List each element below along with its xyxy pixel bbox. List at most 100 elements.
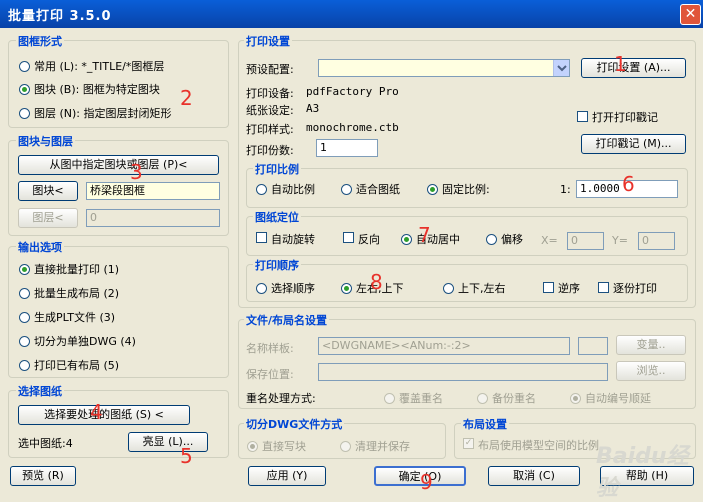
frame-style-radio-common[interactable] xyxy=(19,61,30,72)
layout-title: 布局设置 xyxy=(461,416,509,432)
selected-count: 选中图纸:4 xyxy=(18,437,73,450)
annotation-9: 9 xyxy=(420,470,433,494)
scale-label-fit: 适合图纸 xyxy=(356,183,400,196)
layer-button[interactable]: 图层< xyxy=(18,208,78,228)
pick-block-layer-button[interactable]: 从图中指定图块或图层 (P)< xyxy=(18,155,219,175)
select-title: 选择图纸 xyxy=(16,383,64,399)
position-title: 图纸定位 xyxy=(253,209,301,225)
order-radio-lr-tb[interactable] xyxy=(341,283,352,294)
frame-style-label-common: 常用 (L): *_TITLE/*图框层 xyxy=(34,60,165,73)
scale-label-fixed: 固定比例: xyxy=(442,183,490,196)
variables-button[interactable]: 变量.. xyxy=(616,335,686,355)
cancel-button[interactable]: 取消 (C) xyxy=(488,466,580,486)
center-radio[interactable] xyxy=(401,234,412,245)
preview-button[interactable]: 预览 (R) xyxy=(10,466,76,486)
reverse-label: 反向 xyxy=(358,233,380,246)
output-label-plt: 生成PLT文件 (3) xyxy=(34,311,116,324)
reverse-checkbox[interactable] xyxy=(343,232,354,243)
naming-title: 文件/布局名设置 xyxy=(244,312,330,328)
rename-radio-backup[interactable] xyxy=(477,393,488,404)
reverse-order-checkbox[interactable] xyxy=(543,282,554,293)
preset-label: 预设配置: xyxy=(246,63,294,76)
output-label-direct-print: 直接批量打印 (1) xyxy=(34,263,120,276)
scale-title: 打印比例 xyxy=(253,161,301,177)
rename-radio-auto-number[interactable] xyxy=(570,393,581,404)
highlight-button[interactable]: 亮显 (L)... xyxy=(128,432,208,452)
scale-radio-fit[interactable] xyxy=(341,184,352,195)
block-layer-title: 图块与图层 xyxy=(16,133,75,149)
auto-rotate-label: 自动旋转 xyxy=(271,233,315,246)
template-extra-field[interactable] xyxy=(578,337,608,355)
order-radio-tb-lr[interactable] xyxy=(443,283,454,294)
save-location-label: 保存位置: xyxy=(246,368,294,381)
frame-style-label-layer: 图层 (N): 指定图层封闭矩形 xyxy=(34,107,172,120)
order-radio-selection[interactable] xyxy=(256,283,267,294)
ratio-prefix: 1: xyxy=(560,183,571,196)
select-sheets-button[interactable]: 选择要处理的图纸 (S) < xyxy=(18,405,190,425)
collate-label: 逐份打印 xyxy=(613,282,657,295)
reverse-order-label: 逆序 xyxy=(558,282,580,295)
stamp-settings-button[interactable]: 打印戳记 (M)... xyxy=(581,134,686,154)
style-label: 打印样式: xyxy=(246,123,294,136)
annotation-3: 3 xyxy=(130,160,143,184)
y-offset-field[interactable]: 0 xyxy=(638,232,675,250)
style-value: monochrome.ctb xyxy=(306,121,399,134)
rename-label-auto-number: 自动编号顺延 xyxy=(585,392,651,405)
output-label-split-dwg: 切分为单独DWG (4) xyxy=(34,335,136,348)
frame-style-label-block: 图块 (B): 图框为特定图块 xyxy=(34,83,160,96)
x-offset-field[interactable]: 0 xyxy=(567,232,604,250)
window-title: 批量打印 3.5.0 xyxy=(8,9,112,24)
output-radio-existing-layouts[interactable] xyxy=(19,360,30,371)
paper-label: 纸张设定: xyxy=(246,104,294,117)
auto-rotate-checkbox[interactable] xyxy=(256,232,267,243)
device-label: 打印设备: xyxy=(246,87,294,100)
order-label-selection: 选择顺序 xyxy=(271,282,315,295)
offset-label: 偏移 xyxy=(501,233,523,246)
layer-name-field[interactable]: 0 xyxy=(86,209,220,227)
output-label-existing-layouts: 打印已有布局 (5) xyxy=(34,359,120,372)
annotation-4: 4 xyxy=(90,400,103,424)
block-name-field[interactable]: 桥梁段图框 xyxy=(86,182,220,200)
rename-label-overwrite: 覆盖重名 xyxy=(399,392,443,405)
layout-checkbox[interactable]: ✓ xyxy=(463,438,474,449)
collate-checkbox[interactable] xyxy=(598,282,609,293)
apply-button[interactable]: 应用 (Y) xyxy=(248,466,326,486)
frame-style-radio-layer[interactable] xyxy=(19,108,30,119)
output-radio-layouts[interactable] xyxy=(19,288,30,299)
rename-radio-overwrite[interactable] xyxy=(384,393,395,404)
copies-field[interactable]: 1 xyxy=(316,139,378,157)
y-offset-label: Y= xyxy=(612,234,628,247)
save-location-field[interactable] xyxy=(318,363,608,381)
scale-radio-auto[interactable] xyxy=(256,184,267,195)
offset-radio[interactable] xyxy=(486,234,497,245)
browse-button[interactable]: 浏览.. xyxy=(616,361,686,381)
layout-checkbox-label: 布局使用模型空间的比例 xyxy=(478,439,599,452)
preset-dropdown[interactable] xyxy=(318,59,570,77)
block-button[interactable]: 图块< xyxy=(18,181,78,201)
order-title: 打印顺序 xyxy=(253,257,301,273)
chevron-down-icon[interactable] xyxy=(553,60,569,76)
x-offset-label: X= xyxy=(541,234,558,247)
annotation-7: 7 xyxy=(418,223,431,247)
stamp-checkbox-label: 打开打印戳记 xyxy=(592,111,658,124)
split-title: 切分DWG文件方式 xyxy=(244,416,345,432)
watermark: Baidu经验 xyxy=(596,444,689,501)
copies-label: 打印份数: xyxy=(246,144,294,157)
scale-radio-fixed[interactable] xyxy=(427,184,438,195)
output-title: 输出选项 xyxy=(16,239,64,255)
frame-style-title: 图框形式 xyxy=(16,33,64,49)
output-radio-plt[interactable] xyxy=(19,312,30,323)
split-radio-write-block[interactable] xyxy=(247,441,258,452)
template-field[interactable]: <DWGNAME><ANum:-:2> xyxy=(318,337,570,355)
output-radio-split-dwg[interactable] xyxy=(19,336,30,347)
paper-value: A3 xyxy=(306,102,320,115)
device-value: pdfFactory Pro xyxy=(306,85,399,98)
annotation-6: 6 xyxy=(622,172,635,196)
output-radio-direct-print[interactable] xyxy=(19,264,30,275)
stamp-checkbox[interactable] xyxy=(577,111,588,122)
split-radio-purge-save[interactable] xyxy=(340,441,351,452)
output-label-layouts: 批量生成布局 (2) xyxy=(34,287,120,300)
print-setup-button[interactable]: 打印设置 (A)... xyxy=(581,58,686,78)
close-button[interactable]: ✕ xyxy=(680,4,701,25)
frame-style-radio-block[interactable] xyxy=(19,84,30,95)
